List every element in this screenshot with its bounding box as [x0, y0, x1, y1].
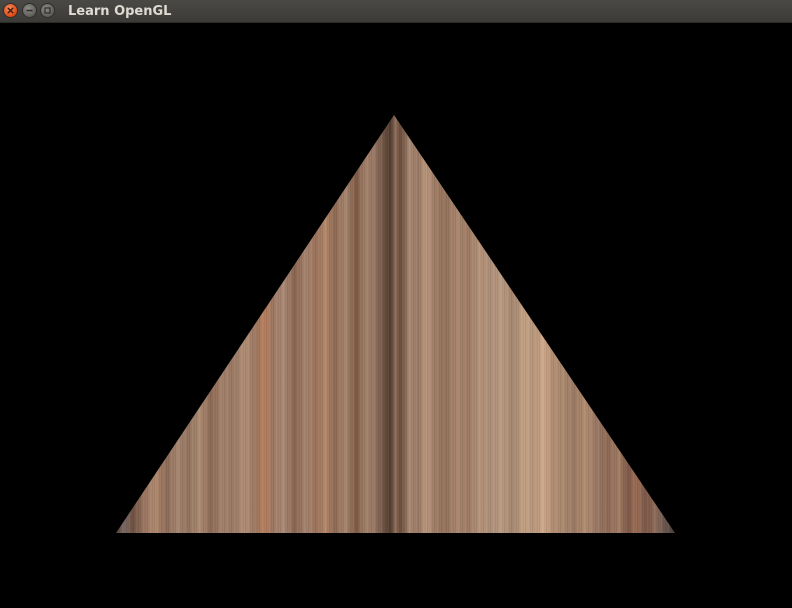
- minimize-button[interactable]: [22, 3, 37, 18]
- app-window: Learn OpenGL: [0, 0, 792, 608]
- title-bar[interactable]: Learn OpenGL: [0, 0, 792, 23]
- maximize-icon: [44, 7, 51, 14]
- textured-triangle: [116, 115, 675, 533]
- maximize-button[interactable]: [40, 3, 55, 18]
- opengl-viewport[interactable]: [0, 23, 792, 608]
- close-icon: [7, 7, 14, 14]
- close-button[interactable]: [3, 3, 18, 18]
- window-title: Learn OpenGL: [68, 4, 172, 19]
- minimize-icon: [26, 9, 33, 12]
